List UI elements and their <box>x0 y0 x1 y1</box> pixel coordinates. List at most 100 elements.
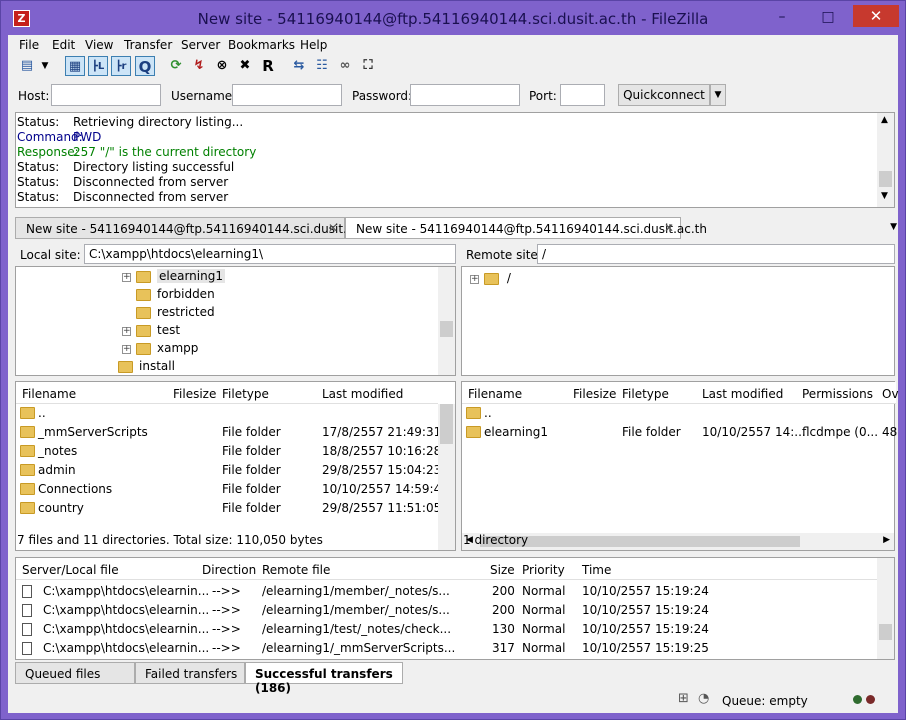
folder-icon <box>20 464 35 476</box>
title-bar[interactable]: Z New site - 54116940144@ftp.54116940144… <box>1 1 905 35</box>
log-scrollbar[interactable]: ▲ ▼ <box>877 113 894 207</box>
remote-file-list[interactable]: Filename Filesize Filetype Last modified… <box>461 381 899 551</box>
local-tree[interactable]: + elearning1 forbidden restricted + test + xamp… <box>15 266 456 376</box>
scroll-down-icon[interactable]: ▼ <box>881 191 888 201</box>
tree-row[interactable]: + test <box>122 323 180 341</box>
col-filename[interactable]: Filename <box>22 387 76 401</box>
toggle-local-tree-icon[interactable]: ┣L <box>88 56 108 76</box>
port-field[interactable] <box>560 84 605 106</box>
tab-successful-transfers[interactable]: Successful transfers (186) <box>245 662 403 695</box>
site-manager-icon[interactable]: ▤ <box>17 56 37 76</box>
menu-transfer[interactable]: Transfer <box>124 38 172 52</box>
col-filetype[interactable]: Filetype <box>222 387 269 401</box>
toggle-message-log-icon[interactable]: ▦ <box>65 56 85 76</box>
sync-browse-icon[interactable]: ∞ <box>335 56 355 76</box>
cancel-icon[interactable]: ⊗ <box>212 56 232 76</box>
file-row[interactable]: country File folder 29/8/2557 11:51:05 <box>16 499 441 518</box>
file-row[interactable]: .. <box>462 404 894 423</box>
remote-tree[interactable]: + / <box>461 266 895 376</box>
tab-connection-2[interactable]: New site - 54116940144@ftp.54116940144.s… <box>345 217 707 239</box>
reconnect-icon[interactable]: R <box>258 56 278 76</box>
menu-bookmarks[interactable]: Bookmarks <box>228 38 295 52</box>
queue-scrollbar[interactable] <box>877 558 894 659</box>
close-tab-icon[interactable]: ✕ <box>664 221 674 235</box>
tree-row[interactable]: forbidden <box>122 287 215 305</box>
username-label: Username: <box>171 89 237 103</box>
tab-list-icon[interactable]: ▼ <box>890 222 897 232</box>
message-log[interactable]: Status: Retrieving directory listing... Co… <box>15 112 895 208</box>
tree-row[interactable]: restricted <box>122 305 215 323</box>
col-direction[interactable]: Direction <box>202 563 256 577</box>
tree-row[interactable]: + / <box>468 271 511 289</box>
scroll-thumb[interactable] <box>440 321 453 337</box>
quickconnect-dropdown-icon[interactable]: ▼ <box>710 84 726 106</box>
speed-limit-icon[interactable]: ◔ <box>698 691 709 706</box>
col-permissions[interactable]: Permissions <box>802 387 873 401</box>
minimize-button[interactable]: – <box>769 7 795 27</box>
col-priority[interactable]: Priority <box>522 563 565 577</box>
menu-help[interactable]: Help <box>300 38 327 52</box>
file-row[interactable]: .. <box>16 404 436 423</box>
tab-queued-files[interactable]: Queued files <box>15 662 135 684</box>
menu-edit[interactable]: Edit <box>52 38 75 52</box>
scroll-thumb[interactable] <box>879 624 892 640</box>
col-size[interactable]: Size <box>490 563 515 577</box>
expand-icon[interactable]: + <box>122 273 131 282</box>
tree-row[interactable]: + xampp <box>122 341 198 359</box>
remote-path-field[interactable]: / <box>537 244 895 264</box>
col-filesize[interactable]: Filesize <box>573 387 616 401</box>
toggle-remote-tree-icon[interactable]: ┣r <box>111 56 131 76</box>
local-path-field[interactable]: C:\xampp\htdocs\elearning1\ <box>84 244 456 264</box>
tree-row[interactable]: + elearning1 <box>122 269 225 287</box>
process-queue-icon[interactable]: ↯ <box>189 56 209 76</box>
disconnect-icon[interactable]: ✖ <box>235 56 255 76</box>
expand-icon[interactable]: + <box>470 275 479 284</box>
local-tree-scrollbar[interactable] <box>438 267 455 375</box>
expand-icon[interactable]: + <box>122 327 131 336</box>
compare-icon[interactable]: ⇆ <box>289 56 309 76</box>
dropdown-arrow-icon[interactable]: ▼ <box>39 56 51 76</box>
filter-icon[interactable]: ☷ <box>312 56 332 76</box>
file-row[interactable]: elearning1 File folder 10/10/2557 14:... fl… <box>462 423 897 442</box>
file-row[interactable]: Connections File folder 10/10/2557 14:59:4… <box>16 480 449 499</box>
col-remote-file[interactable]: Remote file <box>262 563 330 577</box>
scroll-thumb[interactable] <box>440 404 453 444</box>
close-tab-icon[interactable]: ✕ <box>328 221 338 235</box>
tree-row[interactable]: install <box>104 359 175 377</box>
transfer-queue[interactable]: Server/Local file Direction Remote file … <box>15 557 895 660</box>
queue-row[interactable]: C:\xampp\htdocs\elearnin... -->> /elearnin… <box>16 620 876 639</box>
col-local-file[interactable]: Server/Local file <box>22 563 119 577</box>
close-window-button[interactable]: ✕ <box>853 5 899 27</box>
col-time[interactable]: Time <box>582 563 611 577</box>
search-icon[interactable]: ⛶ <box>358 56 378 76</box>
queue-row[interactable]: C:\xampp\htdocs\elearnin... -->> /elearnin… <box>16 582 876 601</box>
col-owner[interactable]: Ov <box>882 387 899 401</box>
col-filesize[interactable]: Filesize <box>173 387 216 401</box>
tab-connection-1[interactable]: New site - 54116940144@ftp.54116940144.s… <box>15 217 377 239</box>
maximize-button[interactable]: □ <box>815 7 841 27</box>
col-last-modified[interactable]: Last modified <box>322 387 403 401</box>
queue-row[interactable]: C:\xampp\htdocs\elearnin... -->> /elearnin… <box>16 601 876 620</box>
tab-failed-transfers[interactable]: Failed transfers <box>135 662 245 684</box>
scroll-up-icon[interactable]: ▲ <box>881 115 888 125</box>
col-filename[interactable]: Filename <box>468 387 522 401</box>
username-field[interactable] <box>232 84 342 106</box>
col-filetype[interactable]: Filetype <box>622 387 669 401</box>
file-row[interactable]: _mmServerScripts File folder 17/8/2557 21:… <box>16 423 441 442</box>
quickconnect-button[interactable]: Quickconnect <box>618 84 710 106</box>
refresh-icon[interactable]: ⟳ <box>166 56 186 76</box>
expand-icon[interactable]: + <box>122 345 131 354</box>
file-row[interactable]: _notes File folder 18/8/2557 10:16:28 <box>16 442 441 461</box>
menu-server[interactable]: Server <box>181 38 220 52</box>
file-row[interactable]: admin File folder 29/8/2557 15:04:23 <box>16 461 441 480</box>
host-field[interactable] <box>51 84 161 106</box>
password-field[interactable] <box>410 84 520 106</box>
menu-file[interactable]: File <box>19 38 39 52</box>
remote-site-bar: Remote site: / <box>461 242 895 266</box>
toggle-queue-icon[interactable]: Q <box>135 56 155 76</box>
queue-row[interactable]: C:\xampp\htdocs\elearnin... -->> /elearnin… <box>16 639 876 658</box>
local-file-list[interactable]: Filename Filesize Filetype Last modified… <box>15 381 456 551</box>
log-scroll-thumb[interactable] <box>879 171 892 187</box>
menu-view[interactable]: View <box>85 38 113 52</box>
col-last-modified[interactable]: Last modified <box>702 387 783 401</box>
